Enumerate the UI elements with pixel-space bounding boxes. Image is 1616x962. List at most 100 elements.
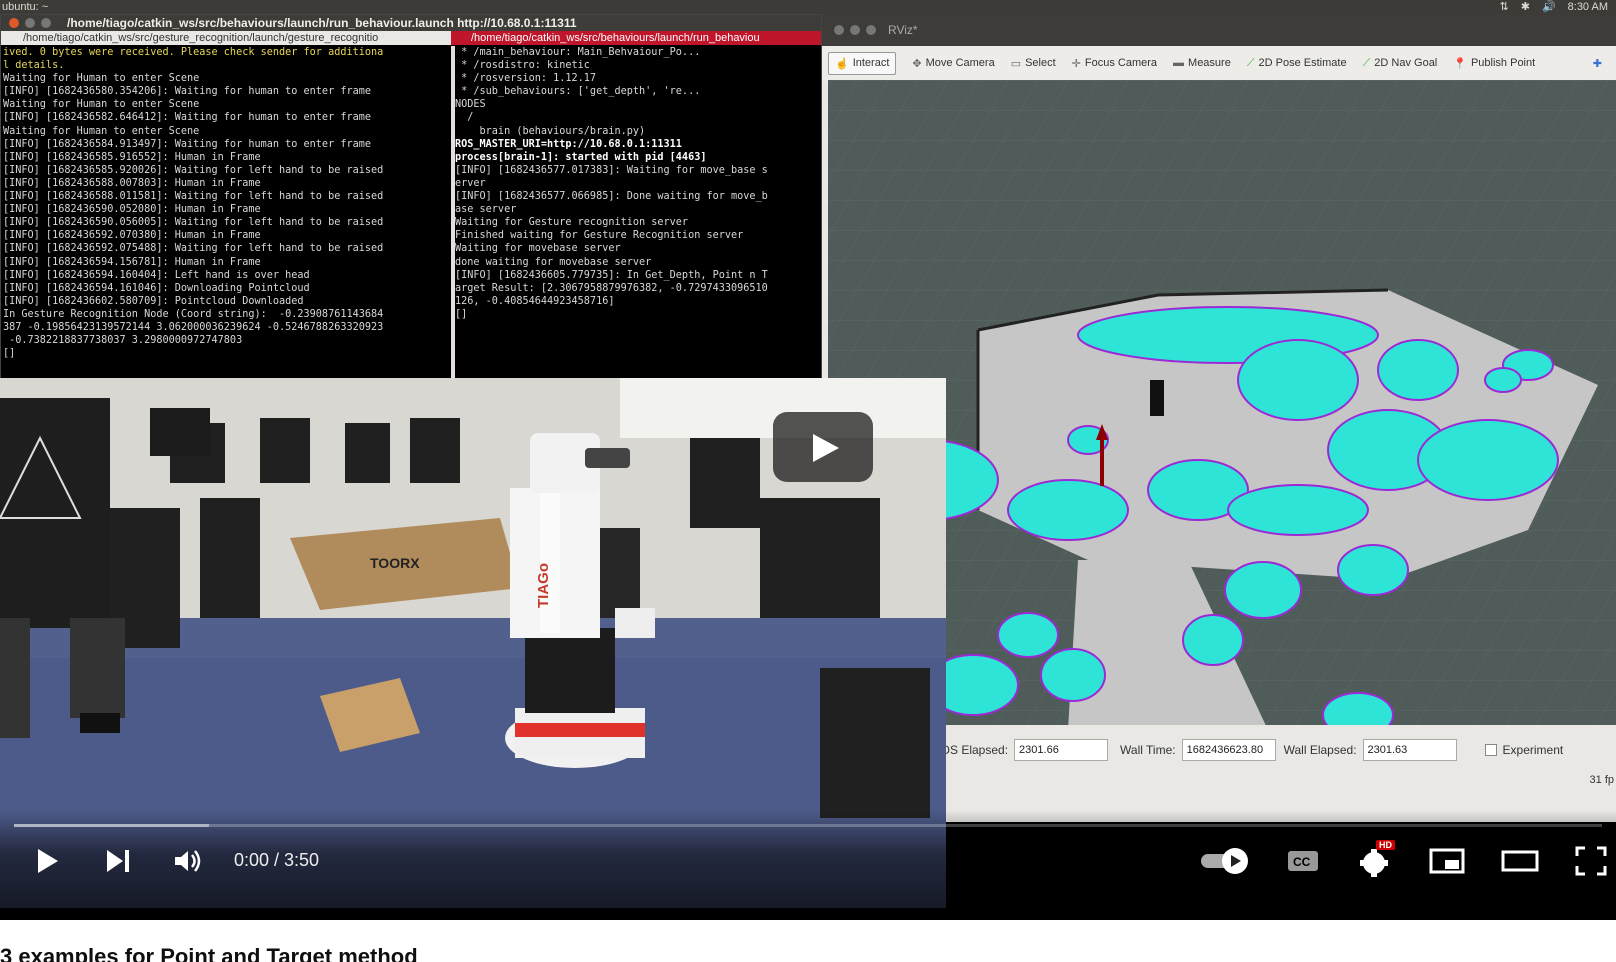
- focus-icon: ✛: [1071, 57, 1081, 70]
- terminal-line: [INFO] [1682436590.052080]: Human in Fra…: [3, 204, 261, 216]
- terminal-pane-right[interactable]: * /main_behaviour: Main_Behvaiour_Po... …: [455, 46, 819, 378]
- terminal-line: [INFO] [1682436584.913497]: Waiting for …: [3, 138, 372, 150]
- terminal-line: -0.7382218837738037 3.2980000972747803: [3, 335, 243, 347]
- terminal-line: * /rosdistro: kinetic: [455, 60, 590, 72]
- terminal-line: [INFO] [1682436588.011581]: Waiting for …: [3, 191, 384, 203]
- robot-logo: TIAGo: [535, 563, 552, 608]
- clock[interactable]: 8:30 AM: [1568, 0, 1608, 14]
- terminal-line: ase server: [455, 204, 517, 216]
- terminal-line: [INFO] [1682436588.007803]: Human in Fra…: [3, 177, 261, 189]
- close-icon[interactable]: [9, 18, 19, 28]
- tab-gesture-recognition[interactable]: /home/tiago/catkin_ws/src/gesture_recogn…: [1, 31, 451, 45]
- terminal-line: [INFO] [1682436590.056005]: Waiting for …: [3, 217, 384, 229]
- select-icon: ▭: [1010, 57, 1022, 70]
- ubuntu-top-bar: ubuntu: ~ ⇅ ✱ 🔊 8:30 AM: [0, 0, 1616, 14]
- next-button[interactable]: [104, 847, 132, 875]
- video-title: 3 examples for Point and Target method: [0, 944, 418, 962]
- terminal-line: process[brain-1]: started with pid [4463…: [455, 151, 707, 163]
- tool-measure[interactable]: ▬ Measure: [1173, 57, 1231, 69]
- theater-button[interactable]: [1500, 847, 1540, 875]
- tool-2d-pose-estimate[interactable]: ⟋ 2D Pose Estimate: [1247, 57, 1347, 70]
- terminal-line: [INFO] [1682436602.580709]: Pointcloud D…: [3, 295, 304, 307]
- tool-focus-camera[interactable]: ✛ Focus Camera: [1072, 57, 1157, 70]
- add-tool-icon[interactable]: ✚: [1593, 57, 1602, 70]
- autoplay-icon: [1201, 848, 1248, 874]
- rviz-3d-view[interactable]: [828, 80, 1616, 725]
- tool-label: 2D Pose Estimate: [1258, 57, 1347, 69]
- maximize-icon[interactable]: [866, 25, 876, 35]
- svg-text:CC: CC: [1293, 855, 1311, 869]
- autoplay-toggle[interactable]: [1198, 846, 1254, 876]
- window-controls: [9, 18, 51, 28]
- terminal-line: erver: [455, 177, 486, 189]
- checkbox[interactable]: [1484, 744, 1497, 756]
- hd-badge: HD: [1376, 840, 1395, 850]
- terminal-line: [INFO] [1682436580.354206]: Waiting for …: [3, 86, 372, 98]
- terminal-line: Waiting for Human to enter Scene: [3, 73, 200, 85]
- maximize-icon[interactable]: [41, 18, 51, 28]
- ros-elapsed-field[interactable]: 2301.66: [1014, 739, 1109, 761]
- network-icon[interactable]: ⇅: [1500, 0, 1509, 14]
- tool-move-camera[interactable]: ✥ Move Camera: [912, 57, 994, 70]
- tool-2d-nav-goal[interactable]: ⟋ 2D Nav Goal: [1363, 57, 1438, 70]
- big-play-button[interactable]: [773, 412, 873, 482]
- terminal-line: * /main_behaviour: Main_Behvaiour_Po...: [455, 47, 701, 58]
- terminal-titlebar: /home/tiago/catkin_ws/src/behaviours/lau…: [1, 15, 821, 31]
- os-window-title: ubuntu: ~: [2, 1, 49, 13]
- tab-label: /home/tiago/catkin_ws/src/behaviours/lau…: [471, 32, 760, 44]
- volume-icon: [175, 850, 201, 872]
- terminal-line: [INFO] [1682436594.160404]: Left hand is…: [3, 269, 310, 281]
- terminal-line: [INFO] [1682436592.075488]: Waiting for …: [3, 243, 384, 255]
- wall-elapsed-label: Wall Elapsed:: [1283, 743, 1357, 757]
- fullscreen-icon: [1575, 846, 1607, 876]
- experimental-toggle[interactable]: Experiment: [1484, 743, 1563, 757]
- terminal-line: [INFO] [1682436585.920026]: Waiting for …: [3, 164, 384, 176]
- tool-interact[interactable]: ☝ Interact: [828, 51, 897, 75]
- terminal-line: * /sub_behaviours: ['get_depth', 're...: [455, 86, 701, 98]
- box-label: TOORX: [370, 555, 420, 571]
- terminal-line: 387 -0.19856423139572144 3.0620000362396…: [3, 321, 384, 333]
- progress-bar[interactable]: [14, 824, 1602, 827]
- terminal-line: 126, -0.408546449234587​16]: [455, 295, 615, 307]
- tab-label: /home/tiago/catkin_ws/src/gesture_recogn…: [23, 32, 379, 44]
- system-tray: ⇅ ✱ 🔊 8:30 AM: [1500, 0, 1609, 14]
- costmap-render: [828, 80, 1616, 725]
- tool-label: 2D Nav Goal: [1374, 57, 1438, 69]
- terminal-line: [INFO] [1682436594.156781]: Human in Fra…: [3, 256, 261, 268]
- tab-run-behaviour[interactable]: /home/tiago/catkin_ws/src/behaviours/lau…: [451, 31, 821, 45]
- tool-label: Move Camera: [925, 57, 995, 69]
- tool-select[interactable]: ▭ Select: [1011, 57, 1056, 70]
- volume-button[interactable]: [172, 847, 204, 875]
- terminal-line: []: [455, 308, 468, 320]
- window-controls: [834, 25, 876, 35]
- skip-next-icon: [107, 850, 129, 872]
- minimize-icon[interactable]: [25, 18, 35, 28]
- terminal-line: ROS_MASTER_URI=http://10.68.0.1:11311: [455, 138, 682, 150]
- play-icon: [38, 849, 58, 873]
- theater-icon: [1501, 850, 1539, 872]
- terminal-line: /: [455, 112, 474, 124]
- wall-time-field[interactable]: 1682436623.80: [1181, 739, 1276, 761]
- bluetooth-icon[interactable]: ✱: [1521, 0, 1530, 14]
- fullscreen-button[interactable]: [1574, 845, 1608, 877]
- minimize-icon[interactable]: [850, 25, 860, 35]
- terminal-line: Waiting for Human to enter Scene: [3, 99, 200, 111]
- buffered-bar: [14, 824, 210, 827]
- terminal-line: Finished waiting for Gesture Recognition…: [455, 230, 744, 242]
- captions-button[interactable]: CC: [1286, 847, 1320, 875]
- play-button[interactable]: [34, 847, 62, 875]
- video-player[interactable]: /home/tiago/catkin_ws/src/behaviours/lau…: [0, 14, 1616, 920]
- terminal-line: [INFO] [1682436577.017383]: Waiting for …: [455, 164, 768, 176]
- terminal-pane-left[interactable]: ived. 0 bytes were received. Please chec…: [3, 46, 447, 378]
- terminal-line: [INFO] [1682436594.161046]: Downloading …: [3, 282, 310, 294]
- volume-icon[interactable]: 🔊: [1542, 0, 1556, 14]
- settings-button[interactable]: HD: [1358, 840, 1395, 878]
- close-icon[interactable]: [834, 25, 844, 35]
- tool-publish-point[interactable]: 📍 Publish Point: [1453, 57, 1535, 70]
- terminal-line: ived. 0 bytes were received. Please chec…: [3, 47, 384, 58]
- terminal-line: arget Result: [2.3067958879976382, -0.72…: [455, 282, 768, 294]
- terminal-line: [INFO] [1682436605.779735]: In Get_Depth…: [455, 269, 768, 281]
- wall-elapsed-field[interactable]: 2301.63: [1362, 739, 1457, 761]
- pin-icon: 📍: [1453, 57, 1467, 70]
- miniplayer-button[interactable]: [1428, 847, 1466, 875]
